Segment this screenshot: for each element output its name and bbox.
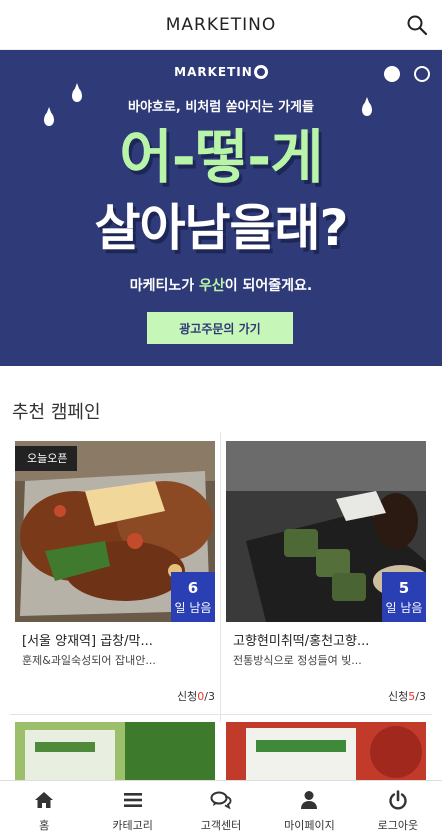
tab-label: 로그아웃 bbox=[377, 819, 419, 832]
banner-headline-1: 어-떻-게 bbox=[119, 123, 323, 191]
tab-category[interactable]: 카테고리 bbox=[88, 781, 176, 838]
bottom-tab-bar: 홈 카테고리 고객센터 마이페이지 로그아웃 bbox=[0, 780, 442, 838]
campaign-description: 훈제&과일숙성되어 잡내안... bbox=[22, 654, 156, 667]
banner-logo: MARKETIN bbox=[0, 64, 442, 79]
advertiser-inquiry-button[interactable]: 광고주문의 가기 bbox=[147, 312, 293, 344]
tab-label: 고객센터 bbox=[200, 819, 242, 832]
user-icon bbox=[298, 789, 320, 811]
card-divider bbox=[220, 432, 221, 722]
apply-count: 신청0/3 bbox=[177, 688, 215, 704]
tagline-highlight: 우산 bbox=[199, 278, 225, 294]
apply-total: /3 bbox=[415, 690, 426, 703]
apply-label: 신청 bbox=[388, 690, 409, 703]
days-left-badge: 5 일 남음 bbox=[382, 572, 426, 622]
banner-subtitle: 바야흐로, 비처럼 쏟아지는 가게들 bbox=[128, 100, 314, 115]
campaign-card-partial[interactable] bbox=[226, 722, 426, 780]
tab-label: 마이페이지 bbox=[284, 819, 335, 832]
promo-banner[interactable]: MARKETIN 바야흐로, 비처럼 쏟아지는 가게들 어-떻-게 살아남을래?… bbox=[0, 50, 442, 366]
tagline-suffix: 이 되어줄게요. bbox=[224, 278, 313, 294]
apply-label: 신청 bbox=[177, 690, 198, 703]
product-photo bbox=[15, 722, 215, 780]
tab-label: 홈 bbox=[39, 819, 50, 832]
campaign-description: 전통방식으로 정성들여 빚... bbox=[233, 654, 362, 667]
apply-total: /3 bbox=[204, 690, 215, 703]
slide-indicator bbox=[384, 66, 430, 82]
tab-label: 카테고리 bbox=[112, 819, 153, 832]
tab-home[interactable]: 홈 bbox=[0, 781, 88, 838]
tab-customer-center[interactable]: 고객센터 bbox=[177, 781, 265, 838]
days-left-number: 6 bbox=[187, 579, 199, 597]
banner-tagline: 마케티노가 우산이 되어줄게요. bbox=[0, 275, 442, 295]
logo-o-icon bbox=[253, 64, 268, 79]
row-divider bbox=[10, 714, 432, 715]
brand-logo[interactable]: MARKETINO bbox=[166, 15, 277, 35]
days-left-number: 5 bbox=[398, 579, 410, 597]
top-bar: MARKETINO bbox=[0, 0, 442, 50]
days-left-unit: 일 남음 bbox=[385, 601, 423, 615]
days-left-unit: 일 남음 bbox=[174, 601, 212, 615]
apply-count: 신청5/3 bbox=[388, 688, 426, 704]
home-icon bbox=[33, 789, 55, 811]
today-open-badge: 오늘오픈 bbox=[15, 446, 78, 471]
days-left-badge: 6 일 남음 bbox=[171, 572, 215, 622]
menu-icon bbox=[122, 789, 144, 811]
tab-my-page[interactable]: 마이페이지 bbox=[265, 781, 353, 838]
tagline-prefix: 마케티노가 bbox=[129, 278, 200, 294]
banner-logo-text: MARKETIN bbox=[174, 64, 253, 79]
campaign-image[interactable]: 5 일 남음 bbox=[226, 441, 426, 622]
campaign-card-partial[interactable] bbox=[15, 722, 215, 780]
campaign-title[interactable]: [서울 양재역] 곱창/막... bbox=[22, 630, 212, 649]
product-photo bbox=[226, 722, 426, 780]
power-icon bbox=[387, 789, 409, 811]
tab-logout[interactable]: 로그아웃 bbox=[354, 781, 442, 838]
campaign-title[interactable]: 고향현미취떡/홍천고향... bbox=[233, 630, 423, 649]
campaign-image[interactable]: 오늘오픈 6 일 남음 bbox=[15, 441, 215, 622]
banner-headline-2: 살아남을래? bbox=[94, 199, 348, 257]
chat-icon bbox=[210, 789, 232, 811]
slide-dot-1[interactable] bbox=[384, 66, 400, 82]
section-title: 추천 캠페인 bbox=[12, 402, 101, 423]
slide-dot-2[interactable] bbox=[414, 66, 430, 82]
search-icon[interactable] bbox=[406, 14, 428, 36]
